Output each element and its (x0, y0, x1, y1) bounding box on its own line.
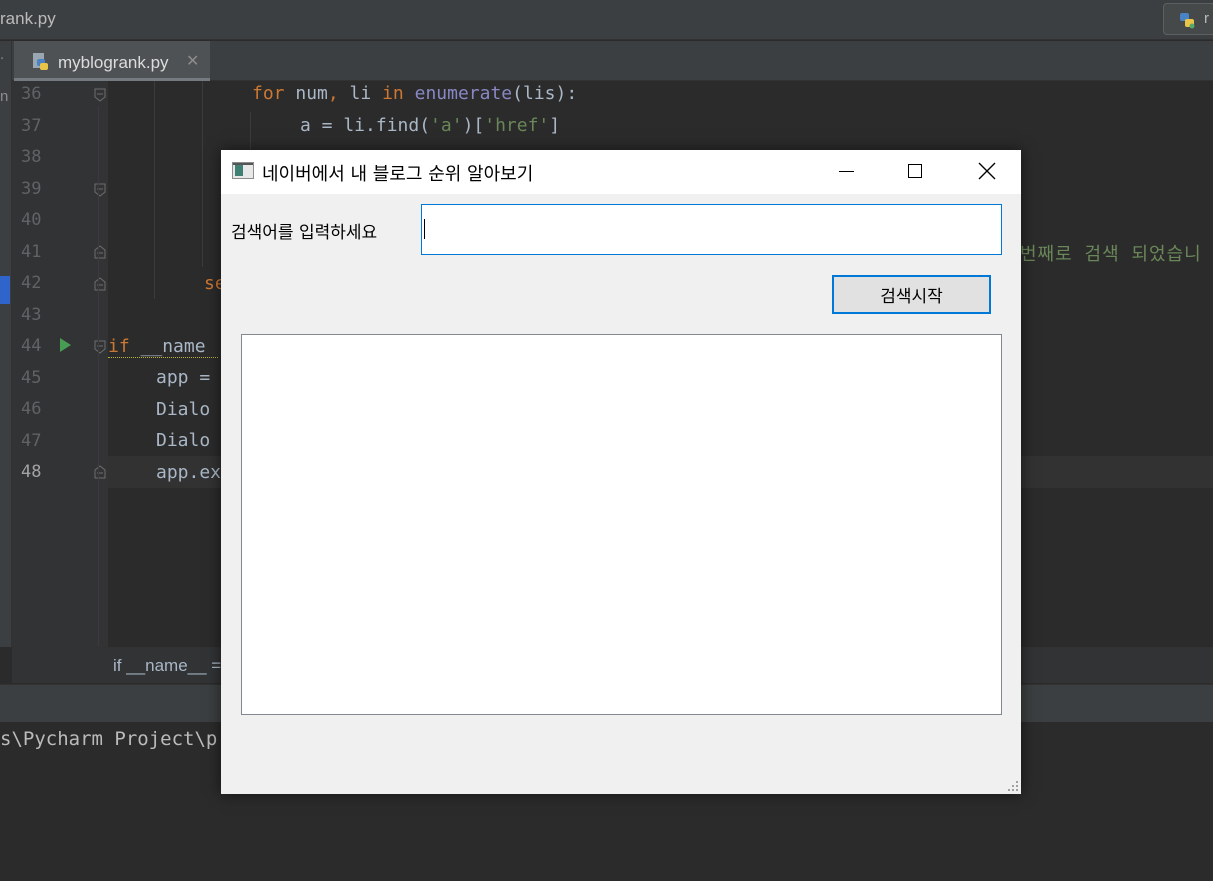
indent-guide (202, 81, 203, 267)
line-number: 42 (21, 273, 42, 293)
minimize-icon (839, 171, 854, 172)
text-caret (424, 219, 425, 239)
terminal-output-line: s\Pycharm Project\p (0, 728, 218, 750)
line-number: 47 (21, 431, 42, 451)
line-number: 43 (21, 305, 42, 325)
line-number: 37 (21, 116, 42, 136)
run-configuration-selector[interactable]: r (1163, 3, 1213, 35)
fold-end-icon[interactable] (94, 277, 106, 291)
active-tool-marker (0, 276, 10, 304)
search-dialog: 네이버에서 내 블로그 순위 알아보기 검색어를 입력하세요 검색시작 (221, 150, 1021, 794)
maximize-button[interactable] (880, 150, 948, 194)
result-text-area[interactable] (241, 334, 1002, 715)
ide-titlebar: rank.py r (0, 0, 1213, 40)
code-line-44[interactable]: if __name (108, 336, 206, 357)
editor-tab-bar: myblogrank.py ✕ (12, 41, 1213, 81)
code-line-36[interactable]: for num, li in enumerate(lis): (252, 83, 577, 104)
line-number: 39 (21, 179, 42, 199)
close-icon (978, 162, 996, 180)
close-button[interactable] (952, 150, 1020, 194)
code-line-37[interactable]: a = li.find('a')['href'] (300, 115, 560, 136)
breadcrumb[interactable]: if __name__ = (113, 656, 221, 676)
editor-tab-myblogrank[interactable]: myblogrank.py ✕ (14, 41, 210, 81)
dialog-titlebar[interactable]: 네이버에서 내 블로그 순위 알아보기 (221, 150, 1021, 194)
fold-marker-icon[interactable] (94, 183, 106, 197)
project-panel-label: n (0, 88, 9, 105)
indent-guide (154, 81, 155, 299)
fold-end-icon[interactable] (94, 465, 106, 479)
editor-tab-label: myblogrank.py (58, 53, 169, 72)
line-number: 46 (21, 399, 42, 419)
run-gutter-icon[interactable] (60, 338, 71, 352)
ide-window-title: rank.py (0, 9, 56, 28)
python-file-icon (33, 53, 48, 70)
line-number: 45 (21, 368, 42, 388)
code-string-fragment[interactable]: 번째로 검색 되었습니 (1020, 240, 1202, 266)
line-number: 41 (21, 242, 42, 262)
search-input[interactable] (421, 204, 1002, 255)
line-number: 40 (21, 210, 42, 230)
resize-grip-icon[interactable] (1007, 780, 1019, 792)
minimize-button[interactable] (812, 150, 880, 194)
indent-guide (98, 106, 99, 646)
tab-close-icon[interactable]: ✕ (186, 51, 199, 70)
fold-marker-icon[interactable] (94, 88, 106, 102)
code-line-47[interactable]: Dialo (156, 430, 210, 451)
line-number-current: 48 (21, 462, 42, 482)
left-tool-strip (0, 41, 12, 647)
code-line-45[interactable]: app = (156, 367, 210, 388)
start-search-button[interactable]: 검색시작 (832, 275, 991, 314)
line-number: 38 (21, 147, 42, 167)
dialog-title: 네이버에서 내 블로그 순위 알아보기 (262, 164, 534, 185)
search-label: 검색어를 입력하세요 (231, 223, 378, 243)
line-number: 44 (21, 336, 42, 356)
run-configuration-label: r (1204, 10, 1209, 27)
fold-marker-icon[interactable] (94, 340, 106, 354)
app-window-icon (232, 162, 254, 179)
python-icon (1180, 13, 1195, 29)
maximize-icon (908, 164, 922, 178)
line-number: 36 (21, 84, 42, 104)
code-line-46[interactable]: Dialo (156, 399, 210, 420)
fold-end-icon[interactable] (94, 245, 106, 259)
warning-underline (108, 356, 218, 358)
code-line-48[interactable]: app.ex (156, 462, 221, 483)
side-dot: · (0, 52, 5, 67)
